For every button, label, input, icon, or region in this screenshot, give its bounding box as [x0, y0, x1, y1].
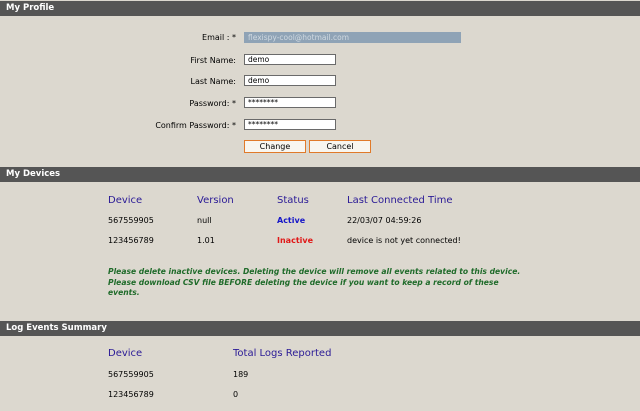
column-header-last-connected: Last Connected Time	[347, 195, 453, 206]
status-badge: Inactive	[277, 236, 314, 245]
column-header-device: Device	[108, 195, 143, 206]
last-connected-time: 22/03/07 04:59:26	[347, 216, 422, 225]
password-field[interactable]	[244, 97, 336, 108]
password-label: Password: *	[189, 99, 236, 108]
my-devices-header: My Devices	[0, 167, 640, 182]
cancel-button[interactable]: Cancel	[309, 140, 371, 153]
device-notice: Please delete inactive devices. Deleting…	[108, 267, 548, 299]
email-label: Email : *	[202, 33, 236, 42]
device-version: 1.01	[197, 236, 215, 245]
notice-line: Please download CSV file BEFORE deleting…	[108, 277, 499, 287]
notice-line: events.	[108, 288, 140, 297]
device-id: 123456789	[108, 236, 154, 245]
last-name-field[interactable]	[244, 75, 336, 86]
column-header-total-logs: Total Logs Reported	[233, 348, 332, 359]
device-id: 123456789	[108, 390, 154, 399]
confirm-password-label: Confirm Password: *	[155, 121, 236, 130]
last-connected-time: device is not yet connected!	[347, 236, 461, 245]
column-header-device: Device	[108, 348, 143, 359]
device-id: 567559905	[108, 216, 154, 225]
first-name-field[interactable]	[244, 54, 336, 65]
log-events-summary-header: Log Events Summary	[0, 321, 640, 336]
column-header-status: Status	[277, 195, 309, 206]
last-name-label: Last Name:	[190, 77, 236, 86]
my-profile-header: My Profile	[0, 1, 640, 16]
total-logs: 189	[233, 370, 249, 379]
total-logs: 0	[233, 390, 239, 399]
status-badge: Active	[277, 216, 306, 225]
device-id: 567559905	[108, 370, 154, 379]
device-version: null	[197, 216, 212, 225]
change-button[interactable]: Change	[244, 140, 306, 153]
email-field[interactable]	[244, 32, 461, 43]
notice-line: Please delete inactive devices. Deleting…	[108, 267, 521, 276]
column-header-version: Version	[197, 195, 234, 206]
first-name-label: First Name:	[190, 56, 236, 65]
confirm-password-field[interactable]	[244, 119, 336, 130]
